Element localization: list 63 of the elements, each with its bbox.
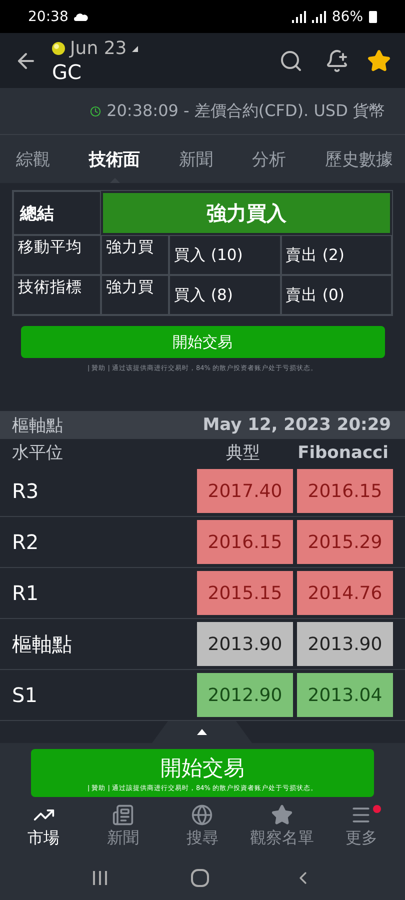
table-cell: 賣出 (0) (280, 275, 392, 315)
table-cell: 2016.15 (197, 520, 293, 564)
table-cell: 買入 (10) (169, 235, 280, 275)
recent-apps-icon[interactable] (92, 870, 108, 886)
table-cell: 賣出 (2) (280, 235, 392, 275)
table-cell: 2014.76 (297, 571, 393, 615)
table-cell: 2013.90 (197, 622, 293, 666)
caret-up-icon (197, 729, 207, 735)
table-cell: 2015.15 (197, 571, 293, 615)
tab[interactable]: 分析 (252, 135, 286, 183)
nav-item[interactable]: 觀察名單 (242, 797, 322, 855)
table-cell: 2012.90 (197, 673, 293, 717)
pivot-date: May 12, 2023 20:29 (202, 415, 391, 435)
nav-item[interactable]: 新聞 (83, 797, 163, 855)
table-cell: 2015.29 (297, 520, 393, 564)
cloud-icon (74, 12, 88, 21)
level-label: S1 (12, 683, 38, 707)
dropdown-icon[interactable] (132, 46, 138, 52)
level-label: R3 (12, 479, 40, 503)
notification-dot (373, 805, 381, 813)
coin-icon (52, 42, 65, 55)
nav-item[interactable]: 市場 (4, 797, 84, 855)
table-cell: 買入 (8) (169, 275, 280, 315)
level-label: R2 (12, 530, 40, 554)
table-cell: 移動平均 (13, 235, 101, 275)
verdict-banner: 強力買入 (103, 193, 390, 233)
symbol-title: GC (52, 60, 82, 84)
column-header: 水平位 (12, 442, 64, 464)
search-icon[interactable] (279, 48, 303, 72)
battery-level: 86% (332, 8, 363, 24)
tab[interactable]: 歷史數據 (325, 135, 393, 183)
level-label: 樞軸點 (12, 630, 73, 658)
battery-icon (369, 10, 377, 23)
contract-month[interactable]: Jun 23 (70, 38, 127, 60)
signal-icon (292, 10, 306, 22)
pivot-title: 樞軸點 (12, 414, 63, 436)
table-cell: 強力買 (101, 275, 169, 315)
globe-icon (191, 804, 214, 826)
bell-plus-icon[interactable] (325, 48, 349, 72)
column-header: 典型 (225, 442, 261, 464)
column-header: Fibonacci (296, 442, 390, 462)
table-cell: 2017.40 (197, 469, 293, 513)
tab[interactable]: 技術面 (89, 135, 140, 183)
table-cell: 技術指標 (13, 275, 101, 315)
table-cell: 2013.90 (297, 622, 393, 666)
nav-item[interactable]: 更多 (322, 797, 401, 855)
clock-icon (90, 106, 101, 116)
home-icon[interactable] (191, 868, 210, 886)
star-icon (270, 804, 293, 826)
star-icon[interactable] (367, 48, 391, 72)
table-cell: 2013.04 (297, 673, 393, 717)
status-time: 20:38 (28, 8, 68, 24)
nav-item[interactable]: 搜尋 (162, 797, 242, 855)
signal-icon (312, 10, 326, 22)
level-label: R1 (12, 581, 40, 605)
quote-info: 20:38:09 - 差價合約(CFD). USD 貨幣 (106, 100, 385, 122)
summary-label: 總結 (13, 191, 101, 235)
tab[interactable]: 綜觀 (16, 135, 50, 183)
table-cell: 2016.15 (297, 469, 393, 513)
table-cell: 強力買 (101, 235, 169, 275)
tab[interactable]: 新聞 (179, 135, 213, 183)
newspaper-icon (112, 804, 134, 826)
trade-button[interactable]: 開始交易 (20, 326, 384, 358)
